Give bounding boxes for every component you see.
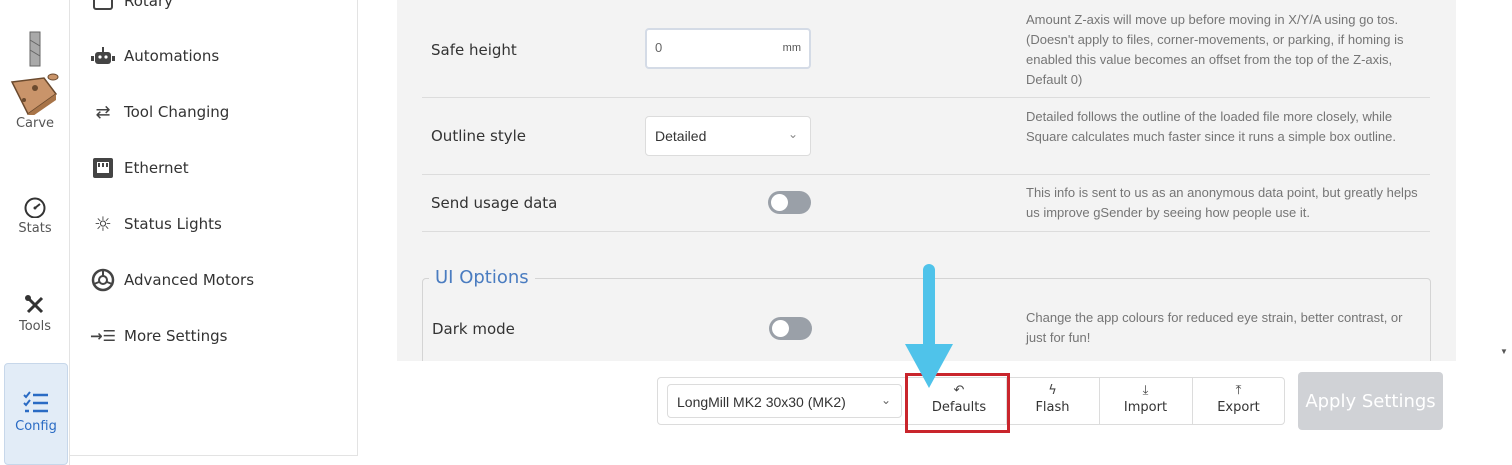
dark-mode-description: Change the app colours for reduced eye s…: [1026, 310, 1403, 345]
safe-height-label: Safe height: [431, 41, 517, 59]
tools-icon: [25, 295, 44, 314]
menu-label-status-lights: Status Lights: [124, 215, 222, 233]
flash-label: Flash: [1035, 400, 1070, 415]
settings-menu: Rotary Automations ⇄ Tool Changing Ether…: [70, 0, 358, 456]
upload-icon: ⤒: [1235, 383, 1242, 398]
menu-item-tool-changing[interactable]: ⇄ Tool Changing: [90, 97, 229, 127]
indent-list-icon: →☰: [90, 327, 117, 345]
sun-icon: ☼: [94, 212, 112, 236]
ethernet-port-icon: [90, 157, 116, 179]
rail-label-config: Config: [15, 419, 57, 434]
machine-profile-select[interactable]: LongMill MK2 30x30 (MK2) ⌄: [667, 384, 902, 418]
pointer-arrow-icon: [905, 264, 953, 388]
toggle-knob: [772, 320, 789, 337]
safe-height-value[interactable]: [655, 40, 755, 55]
lightning-icon: ϟ: [1048, 383, 1057, 398]
import-button[interactable]: ⤓ Import: [1099, 378, 1191, 424]
safe-height-unit: mm: [782, 42, 801, 54]
scroll-down-arrow-icon[interactable]: ▼: [1500, 347, 1508, 356]
rotary-icon: [90, 0, 116, 12]
ui-options-title: UI Options: [429, 267, 535, 288]
rail-item-tools[interactable]: Tools: [0, 294, 70, 342]
import-label: Import: [1123, 400, 1168, 415]
menu-label-ethernet: Ethernet: [124, 159, 189, 177]
toggle-knob: [771, 194, 788, 211]
flash-button[interactable]: ϟ Flash: [1006, 378, 1098, 424]
export-button[interactable]: ⤒ Export: [1192, 378, 1284, 424]
menu-label-rotary: Rotary: [124, 0, 174, 10]
menu-label-tool-changing: Tool Changing: [124, 103, 230, 121]
download-icon: ⤓: [1142, 383, 1149, 398]
safe-height-description: Amount Z-axis will move up before moving…: [1026, 12, 1404, 87]
rail-label-tools: Tools: [18, 319, 52, 334]
usage-data-label: Send usage data: [431, 194, 558, 212]
rail-item-carve[interactable]: Carve: [0, 30, 70, 140]
menu-label-more-settings: More Settings: [124, 327, 228, 345]
chevron-down-icon: ⌄: [787, 127, 798, 141]
outline-style-row: Outline style Detailed ⌄ Detailed follow…: [422, 98, 1430, 175]
menu-item-advanced-motors[interactable]: Advanced Motors: [90, 265, 254, 295]
usage-data-row: Send usage data This info is sent to us …: [422, 175, 1430, 232]
menu-label-advanced-motors: Advanced Motors: [124, 271, 255, 289]
menu-item-rotary[interactable]: Rotary: [90, 0, 173, 16]
rail-label-stats: Stats: [18, 221, 52, 236]
dark-mode-label: Dark mode: [432, 320, 515, 338]
checklist-icon: [23, 391, 48, 413]
outline-style-description: Detailed follows the outline of the load…: [1026, 109, 1396, 144]
safe-height-input[interactable]: mm: [645, 28, 811, 69]
machine-profile-value: LongMill MK2 30x30 (MK2): [677, 394, 846, 410]
rail-item-stats[interactable]: Stats: [0, 196, 70, 244]
rail-label-carve: Carve: [15, 116, 55, 131]
rail-item-config[interactable]: Config: [4, 363, 68, 465]
menu-item-ethernet[interactable]: Ethernet: [90, 153, 189, 183]
swap-arrows-icon: ⇄: [95, 101, 111, 123]
outline-style-label: Outline style: [431, 127, 527, 145]
dark-mode-toggle[interactable]: [769, 317, 812, 340]
nav-rail: Carve Stats Tools Config: [0, 0, 70, 465]
menu-item-status-lights[interactable]: ☼ Status Lights: [90, 209, 222, 239]
menu-item-automations[interactable]: Automations: [90, 41, 219, 71]
safe-height-row: Safe height mm Amount Z-axis will move u…: [422, 0, 1430, 98]
outline-style-select[interactable]: Detailed ⌄: [645, 116, 811, 156]
export-label: Export: [1217, 400, 1260, 415]
usage-data-description: This info is sent to us as an anonymous …: [1026, 185, 1418, 220]
usage-data-toggle[interactable]: [768, 191, 811, 214]
motor-icon: [90, 268, 116, 292]
menu-label-automations: Automations: [124, 47, 220, 65]
apply-settings-button[interactable]: Apply Settings: [1298, 372, 1443, 430]
outline-style-value: Detailed: [655, 128, 707, 144]
menu-item-more-settings[interactable]: →☰ More Settings: [90, 321, 227, 351]
chevron-down-icon: ⌄: [880, 393, 891, 407]
robot-icon: [90, 45, 116, 67]
carve-router-icon: [10, 31, 59, 118]
gauge-icon: [24, 197, 46, 219]
scrollbar[interactable]: ▼: [1497, 0, 1512, 361]
